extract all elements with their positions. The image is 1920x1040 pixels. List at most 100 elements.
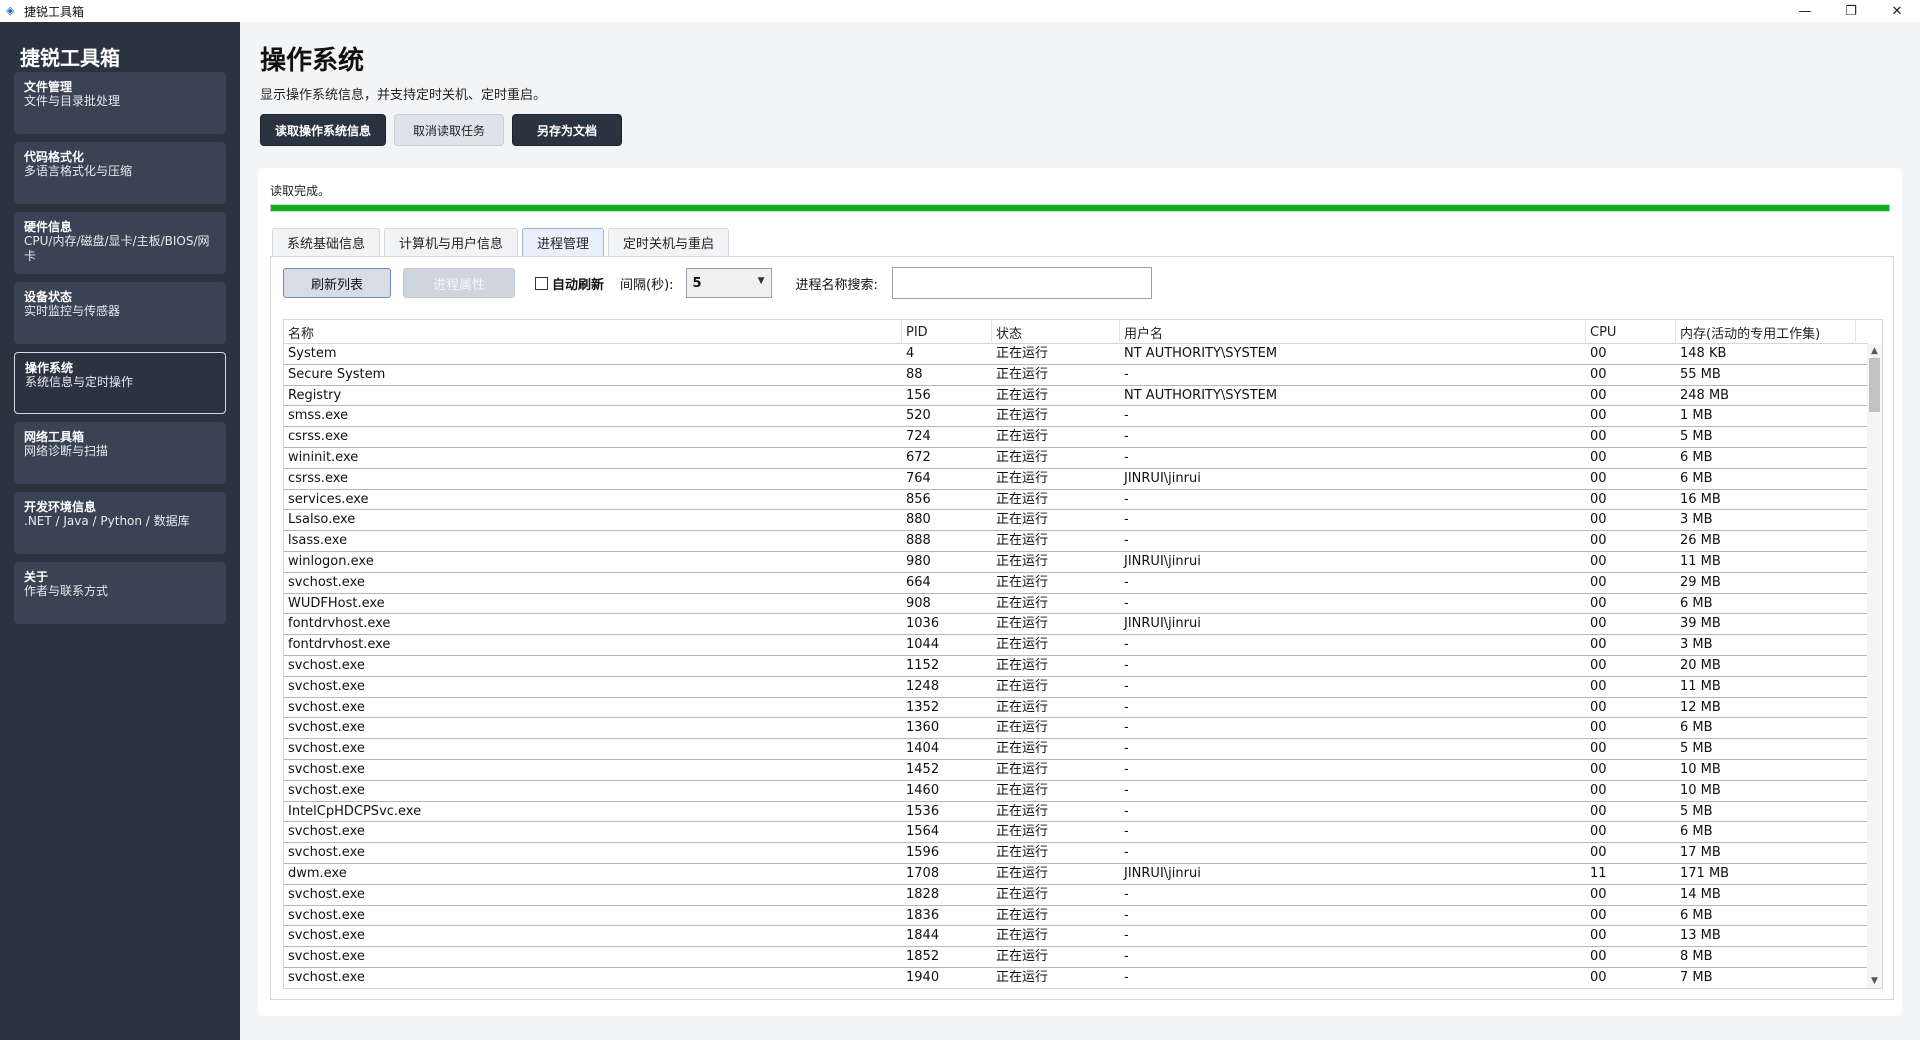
interval-select[interactable]: 5 ▼	[685, 268, 772, 298]
table-row[interactable]: svchost.exe 1360 正在运行 - 00 6 MB	[284, 718, 1868, 740]
cell-pid: 724	[906, 429, 931, 445]
sidebar-item-file-management[interactable]: 文件管理 文件与目录批处理	[14, 72, 226, 134]
cell-cpu: 00	[1590, 657, 1607, 673]
scroll-up-icon[interactable]: ▲	[1867, 344, 1882, 358]
table-row[interactable]: svchost.exe 1828 正在运行 - 00 14 MB	[284, 885, 1868, 906]
sidebar-item-hardware[interactable]: 硬件信息 CPU/内存/磁盘/显卡/主板/BIOS/网卡	[14, 212, 226, 274]
cell-status: 正在运行	[996, 699, 1049, 715]
table-row[interactable]: services.exe 856 正在运行 - 00 16 MB	[284, 490, 1868, 511]
table-row[interactable]: svchost.exe 1404 正在运行 - 00 5 MB	[284, 739, 1868, 760]
process-tab-body: 刷新列表 进程属性 自动刷新 间隔(秒): 5 ▼ 进程名称搜索: 名称 PID…	[270, 256, 1894, 1000]
table-row[interactable]: smss.exe 520 正在运行 - 00 1 MB	[284, 406, 1868, 428]
cell-pid: 764	[906, 470, 931, 486]
column-header-name[interactable]: 名称	[284, 320, 902, 344]
refresh-list-button[interactable]: 刷新列表	[283, 268, 391, 298]
column-header-status[interactable]: 状态	[992, 320, 1120, 344]
cell-status: 正在运行	[996, 637, 1049, 653]
table-row[interactable]: svchost.exe 1596 正在运行 - 00 17 MB	[284, 843, 1868, 864]
table-row[interactable]: dwm.exe 1708 正在运行 JINRUI\jinrui 11 171 MB	[284, 864, 1868, 885]
cell-status: 正在运行	[996, 387, 1049, 403]
table-row[interactable]: Lsalso.exe 880 正在运行 - 00 3 MB	[284, 510, 1868, 532]
cell-memory: 13 MB	[1680, 928, 1721, 944]
process-properties-button[interactable]: 进程属性	[403, 268, 515, 298]
table-row[interactable]: svchost.exe 1452 正在运行 - 00 10 MB	[284, 760, 1868, 781]
table-row[interactable]: svchost.exe 1940 正在运行 - 00 7 MB	[284, 968, 1868, 988]
sidebar-item-code-format[interactable]: 代码格式化 多语言格式化与压缩	[14, 142, 226, 204]
tab-bar: 系统基础信息 计算机与用户信息 进程管理 定时关机与重启	[272, 228, 730, 256]
scrollbar-thumb[interactable]	[1869, 358, 1880, 412]
progress-bar	[270, 204, 1890, 212]
table-row[interactable]: WUDFHost.exe 908 正在运行 - 00 6 MB	[284, 594, 1868, 615]
cell-pid: 1460	[906, 782, 940, 798]
process-table: 名称 PID 状态 用户名 CPU 内存(活动的专用工作集) System 4 正在…	[283, 319, 1883, 989]
column-header-pid[interactable]: PID	[902, 320, 992, 344]
table-row[interactable]: System 4 正在运行 NT AUTHORITY\SYSTEM 00 148 KB	[284, 344, 1868, 365]
cell-name: Secure System	[288, 366, 386, 382]
sidebar-item-os[interactable]: 操作系统 系统信息与定时操作	[14, 352, 226, 414]
cell-pid: 888	[906, 533, 931, 549]
cell-username: -	[1124, 907, 1129, 923]
table-row[interactable]: fontdrvhost.exe 1044 正在运行 - 00 3 MB	[284, 635, 1868, 656]
minimize-button[interactable]: —	[1782, 0, 1828, 22]
cell-cpu: 00	[1590, 969, 1607, 985]
cell-cpu: 00	[1590, 678, 1607, 694]
column-header-memory[interactable]: 内存(活动的专用工作集)	[1676, 320, 1856, 344]
save-as-document-button[interactable]: 另存为文档	[512, 114, 623, 146]
table-row[interactable]: Registry 156 正在运行 NT AUTHORITY\SYSTEM 00 248 …	[284, 386, 1868, 407]
tab-system-basic[interactable]: 系统基础信息	[272, 228, 381, 256]
cell-username: -	[1124, 720, 1129, 736]
table-row[interactable]: svchost.exe 1836 正在运行 - 00 6 MB	[284, 906, 1868, 927]
cancel-read-button[interactable]: 取消读取任务	[394, 114, 505, 146]
auto-refresh-checkbox[interactable]	[535, 276, 548, 290]
cell-name: WUDFHost.exe	[288, 595, 385, 611]
table-row[interactable]: lsass.exe 888 正在运行 - 00 26 MB	[284, 531, 1868, 552]
maximize-button[interactable]: ❐	[1828, 0, 1874, 22]
table-row[interactable]: wininit.exe 672 正在运行 - 00 6 MB	[284, 448, 1868, 469]
scroll-down-icon[interactable]: ▼	[1867, 974, 1882, 988]
table-row[interactable]: Secure System 88 正在运行 - 00 55 MB	[284, 365, 1868, 386]
cell-name: services.exe	[288, 491, 369, 507]
table-header: 名称 PID 状态 用户名 CPU 内存(活动的专用工作集)	[284, 320, 1868, 344]
sidebar-item-network[interactable]: 网络工具箱 网络诊断与扫描	[14, 422, 226, 484]
brand-title: 捷锐工具箱	[20, 46, 120, 70]
table-row[interactable]: svchost.exe 1460 正在运行 - 00 10 MB	[284, 781, 1868, 802]
table-row[interactable]: svchost.exe 1844 正在运行 - 00 13 MB	[284, 926, 1868, 948]
cell-status: 正在运行	[996, 803, 1049, 819]
table-row[interactable]: svchost.exe 1248 正在运行 - 00 11 MB	[284, 677, 1868, 698]
cell-username: -	[1124, 366, 1129, 382]
process-search-input[interactable]	[891, 267, 1152, 299]
sidebar-item-subtitle: CPU/内存/磁盘/显卡/主板/BIOS/网卡	[24, 234, 210, 263]
table-row[interactable]: fontdrvhost.exe 1036 正在运行 JINRUI\jinrui 00 39…	[284, 614, 1868, 636]
read-os-info-button[interactable]: 读取操作系统信息	[260, 114, 387, 146]
table-row[interactable]: svchost.exe 1152 正在运行 - 00 20 MB	[284, 656, 1868, 677]
vertical-scrollbar[interactable]: ▲ ▼	[1867, 344, 1882, 988]
table-row[interactable]: svchost.exe 664 正在运行 - 00 29 MB	[284, 573, 1868, 594]
tab-computer-user[interactable]: 计算机与用户信息	[384, 228, 519, 256]
tab-process-management[interactable]: 进程管理	[522, 228, 605, 256]
tab-scheduled-shutdown[interactable]: 定时关机与重启	[608, 228, 730, 256]
main-content: 操作系统 显示操作系统信息，并支持定时关机、定时重启。 读取操作系统信息 取消读…	[240, 22, 1920, 1040]
column-header-cpu[interactable]: CPU	[1586, 320, 1676, 344]
table-row[interactable]: csrss.exe 764 正在运行 JINRUI\jinrui 00 6 MB	[284, 469, 1868, 490]
table-row[interactable]: svchost.exe 1564 正在运行 - 00 6 MB	[284, 822, 1868, 844]
table-row[interactable]: winlogon.exe 980 正在运行 JINRUI\jinrui 00 11 MB	[284, 552, 1868, 573]
interval-value: 5	[692, 275, 702, 291]
close-button[interactable]: ✕	[1874, 0, 1920, 22]
cell-username: -	[1124, 886, 1129, 902]
cell-name: svchost.exe	[288, 782, 365, 798]
table-row[interactable]: svchost.exe 1352 正在运行 - 00 12 MB	[284, 698, 1868, 719]
cell-memory: 12 MB	[1680, 699, 1721, 715]
table-row[interactable]: svchost.exe 1852 正在运行 - 00 8 MB	[284, 947, 1868, 968]
sidebar-item-about[interactable]: 关于 作者与联系方式	[14, 562, 226, 624]
table-row[interactable]: IntelCpHDCPSvc.exe 1536 正在运行 - 00 5 MB	[284, 802, 1868, 823]
table-row[interactable]: csrss.exe 724 正在运行 - 00 5 MB	[284, 427, 1868, 448]
sidebar-item-dev-env[interactable]: 开发环境信息 .NET / Java / Python / 数据库	[14, 492, 226, 554]
cell-pid: 1152	[906, 657, 940, 673]
cell-memory: 6 MB	[1680, 449, 1713, 465]
column-header-username[interactable]: 用户名	[1120, 320, 1586, 344]
cell-status: 正在运行	[996, 678, 1049, 694]
cell-memory: 6 MB	[1680, 720, 1713, 736]
sidebar-item-device-status[interactable]: 设备状态 实时监控与传感器	[14, 282, 226, 344]
cell-memory: 171 MB	[1680, 865, 1730, 881]
sidebar-item-subtitle: 实时监控与传感器	[24, 304, 121, 318]
